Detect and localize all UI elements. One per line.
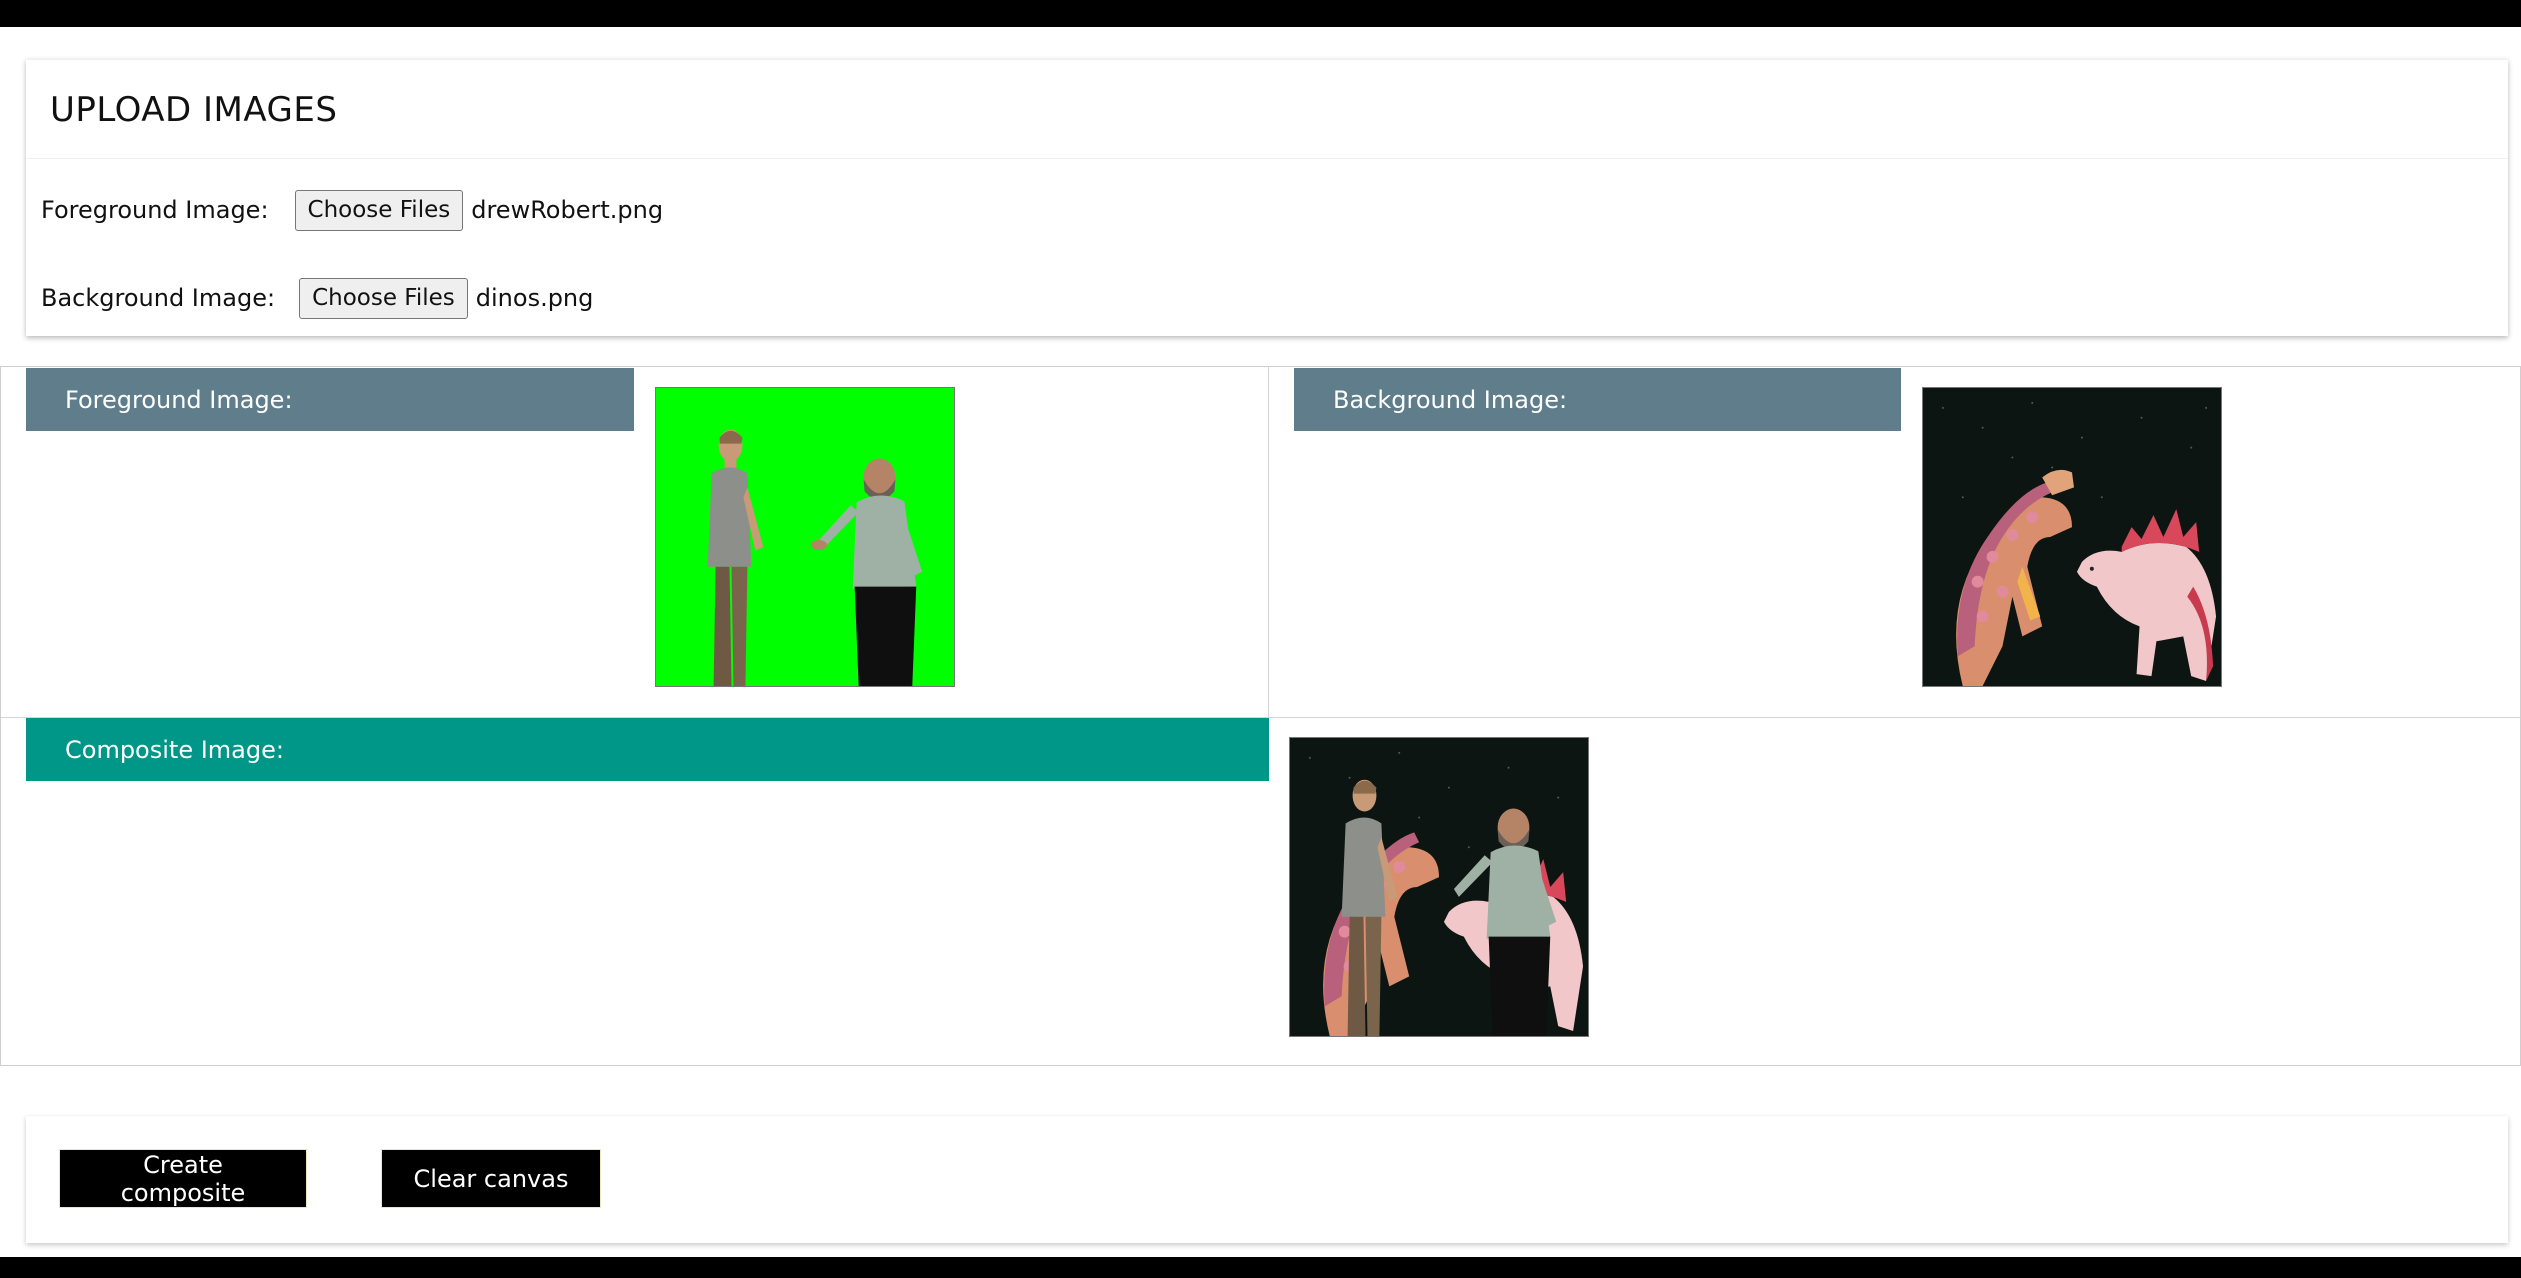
foreground-file-row: Foreground Image: Choose Files drewRober… [41, 189, 663, 231]
foreground-file-label: Foreground Image: [41, 196, 269, 224]
foreground-canvas [655, 387, 955, 687]
background-preview-label: Background Image: [1294, 368, 1901, 431]
grid-divider-vertical [1268, 367, 1269, 717]
foreground-preview-label: Foreground Image: [26, 368, 634, 431]
bottom-bar [0, 1257, 2521, 1278]
top-bar [0, 0, 2521, 27]
background-file-label: Background Image: [41, 284, 276, 312]
foreground-choose-files-button[interactable]: Choose Files [294, 189, 464, 231]
background-file-row: Background Image: Choose Files dinos.png [41, 277, 593, 319]
upload-title: UPLOAD IMAGES [50, 90, 338, 130]
upload-panel: UPLOAD IMAGES Foreground Image: Choose F… [26, 59, 2508, 336]
preview-grid: Foreground Image: Background Image: Comp… [0, 366, 2521, 1066]
background-file-name: dinos.png [475, 284, 594, 312]
composite-canvas [1289, 737, 1589, 1037]
background-choose-files-button[interactable]: Choose Files [299, 277, 468, 319]
divider [26, 158, 2508, 159]
clear-canvas-button[interactable]: Clear canvas [381, 1149, 601, 1208]
actions-panel: Create composite Clear canvas [26, 1116, 2508, 1243]
background-canvas [1922, 387, 2222, 687]
composite-preview-label: Composite Image: [26, 718, 1269, 781]
create-composite-button[interactable]: Create composite [59, 1149, 307, 1208]
foreground-file-name: drewRobert.png [471, 196, 664, 224]
